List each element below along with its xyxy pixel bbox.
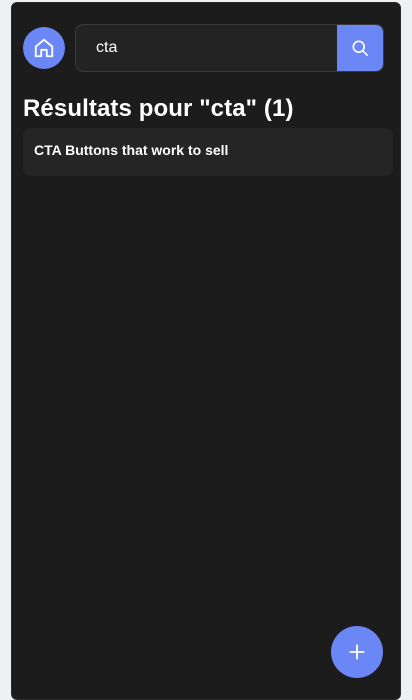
search-input[interactable] bbox=[76, 25, 337, 71]
plus-icon bbox=[349, 644, 365, 660]
add-button[interactable] bbox=[331, 626, 383, 678]
home-button[interactable] bbox=[23, 27, 65, 69]
results-title: Résultats pour "cta" (1) bbox=[23, 95, 294, 122]
app-panel: Résultats pour "cta" (1) CTA Buttons tha… bbox=[11, 2, 401, 700]
result-card[interactable]: CTA Buttons that work to sell bbox=[23, 128, 393, 176]
home-icon bbox=[34, 38, 54, 58]
search-bar bbox=[75, 24, 384, 72]
search-icon bbox=[352, 40, 368, 56]
search-button[interactable] bbox=[337, 25, 383, 71]
result-title: CTA Buttons that work to sell bbox=[34, 142, 229, 158]
